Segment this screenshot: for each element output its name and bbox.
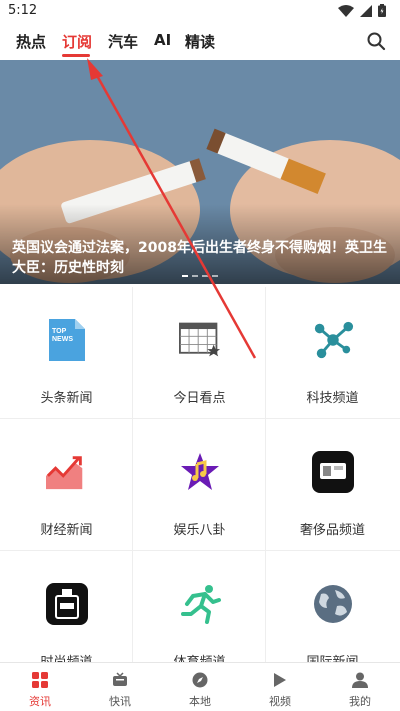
compass-icon (190, 671, 210, 689)
channel-label: 国际新闻 (266, 651, 399, 662)
music-star-icon (179, 451, 221, 493)
channel-label: 时尚频道 (0, 651, 133, 662)
wifi-icon (338, 4, 354, 17)
active-tab-indicator (62, 54, 90, 57)
channel-label: 今日看点 (173, 391, 226, 406)
channel-fashion[interactable]: 时尚频道 (0, 551, 133, 662)
channel-label: 体育频道 (133, 651, 266, 662)
status-icons (338, 4, 386, 17)
banner-headline: 英国议会通过法案，2008年后出生者终身不得购烟！英卫生大臣：历史性时刻 (12, 240, 387, 276)
perfume-icon (46, 583, 88, 625)
channel-label: 头条新闻 (40, 391, 93, 406)
globe-icon (312, 583, 354, 625)
channel-sports[interactable]: 体育频道 (133, 551, 266, 662)
nav-me[interactable]: 我的 (320, 663, 400, 711)
channel-world[interactable]: 国际新闻 (266, 551, 400, 662)
luxury-icon (312, 451, 354, 493)
tab-auto[interactable]: 汽车 (108, 31, 138, 52)
tab-hot[interactable]: 热点 (16, 31, 46, 52)
nav-info[interactable]: 资讯 (0, 663, 80, 711)
nav-label: 本地 (189, 695, 211, 708)
status-time: 5:12 (8, 3, 38, 18)
search-button[interactable] (366, 31, 386, 51)
nav-local[interactable]: 本地 (160, 663, 240, 711)
page-dot (192, 275, 198, 277)
grid-icon (30, 671, 50, 689)
top-tab-bar: 热点 订阅 汽车 AI 精读 (0, 22, 400, 60)
page-dot (202, 275, 208, 277)
signal-icon (360, 4, 372, 17)
svg-text:TOP: TOP (52, 328, 67, 335)
channel-finance[interactable]: 财经新闻 (0, 419, 133, 551)
molecule-icon (312, 319, 354, 361)
battery-icon (378, 4, 386, 17)
nav-label: 我的 (349, 695, 371, 708)
channel-top-news[interactable]: TOP NEWS 头条新闻 (0, 287, 133, 419)
tab-featured[interactable]: 精读 (185, 31, 215, 52)
nav-label: 资讯 (29, 695, 51, 708)
top-news-icon: TOP NEWS (46, 319, 88, 361)
svg-text:NEWS: NEWS (52, 336, 73, 343)
trend-chart-icon (46, 451, 88, 493)
channel-tech[interactable]: 科技频道 (266, 287, 400, 419)
page-dot (182, 275, 188, 277)
page-dot (212, 275, 218, 277)
tab-subscribe[interactable]: 订阅 (62, 31, 92, 52)
channel-label: 科技频道 (306, 391, 359, 406)
status-bar: 5:12 (0, 0, 400, 22)
runner-icon (179, 583, 221, 625)
tab-ai[interactable]: AI (154, 31, 171, 49)
tv-icon (110, 671, 130, 689)
channel-entertainment[interactable]: 娱乐八卦 (133, 419, 266, 551)
user-icon (350, 671, 370, 689)
channel-label: 财经新闻 (40, 523, 93, 538)
headline-banner[interactable]: 英国议会通过法案，2008年后出生者终身不得购烟！英卫生大臣：历史性时刻 (0, 60, 400, 284)
calendar-star-icon (179, 319, 221, 361)
channel-today[interactable]: 今日看点 (133, 287, 266, 419)
channel-luxury[interactable]: 奢侈品频道 (266, 419, 400, 551)
play-icon (270, 671, 290, 689)
search-icon (367, 32, 386, 51)
banner-page-indicator (182, 275, 218, 277)
channel-grid: TOP NEWS 头条新闻 今日看点 科技频道 财经新闻 娱乐八卦 奢侈品频道 (0, 287, 400, 662)
channel-label: 娱乐八卦 (173, 523, 226, 538)
nav-label: 快讯 (109, 695, 131, 708)
nav-video[interactable]: 视频 (240, 663, 320, 711)
channel-label: 奢侈品频道 (299, 523, 365, 538)
bottom-nav: 资讯 快讯 本地 视频 我的 (0, 662, 400, 710)
nav-label: 视频 (269, 695, 291, 708)
nav-flash[interactable]: 快讯 (80, 663, 160, 711)
